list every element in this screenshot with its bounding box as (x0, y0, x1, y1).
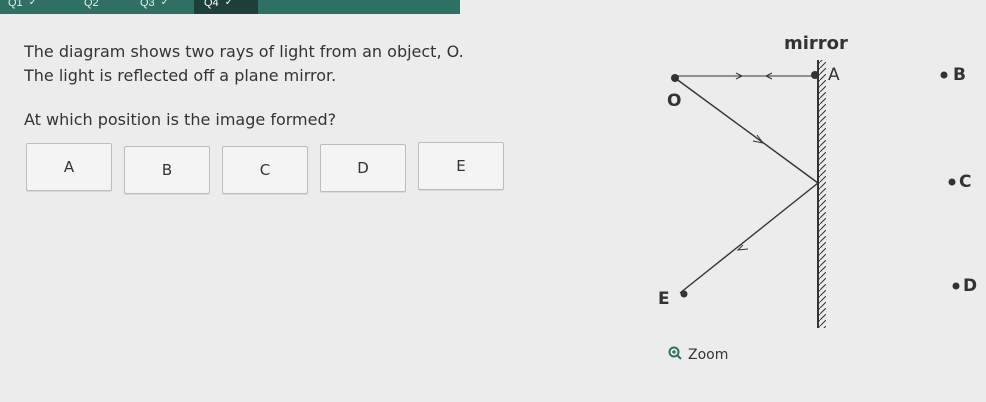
point-d-dot (952, 282, 960, 290)
tab-q2[interactable]: Q2 (66, 0, 126, 14)
tab-label: Q1 (8, 0, 23, 9)
question-prompt: At which position is the image formed? (24, 110, 337, 129)
ray-reflected (679, 182, 819, 294)
point-c-label: C (959, 172, 971, 192)
point-c-dot (948, 178, 956, 186)
point-e-label: E (658, 289, 670, 309)
option-c-button[interactable]: C (222, 146, 308, 194)
question-text: The diagram shows two rays of light from… (24, 40, 464, 132)
tab-q4[interactable]: Q4 ✓ (194, 0, 258, 14)
zoom-label: Zoom (688, 347, 729, 363)
point-b-dot (940, 71, 948, 79)
option-d-button[interactable]: D (320, 144, 406, 192)
check-icon: ✓ (224, 0, 234, 8)
object-label: O (667, 91, 681, 111)
option-e-button[interactable]: E (418, 142, 504, 190)
zoom-in-icon (668, 346, 682, 364)
ray-diagram-svg: mirror O A E B C D (658, 33, 977, 328)
point-b-label: B (953, 65, 966, 85)
answer-options: A B C D E (26, 142, 504, 194)
tab-label: Q4 (204, 0, 219, 9)
point-a-dot (811, 71, 819, 79)
mirror-label: mirror (784, 33, 848, 54)
ray-incident (674, 77, 819, 184)
zoom-button[interactable]: Zoom (668, 346, 728, 364)
point-a-label: A (828, 65, 840, 85)
point-e-dot (680, 290, 688, 298)
tab-q3[interactable]: Q3 ✓ (132, 0, 192, 14)
mirror-hatching (818, 60, 826, 328)
check-icon: ✓ (28, 0, 38, 8)
option-a-button[interactable]: A (26, 143, 112, 191)
tab-q1[interactable]: Q1 ✓ (0, 0, 60, 14)
question-line-1: The diagram shows two rays of light from… (24, 42, 464, 61)
question-nav-bar: Q1 ✓ Q2 Q3 ✓ Q4 ✓ (0, 0, 460, 14)
tab-q6[interactable] (336, 0, 456, 14)
point-d-label: D (963, 276, 977, 296)
tab-label: Q3 (140, 0, 155, 9)
check-icon: ✓ (160, 0, 170, 8)
question-line-2: The light is reflected off a plane mirro… (24, 66, 337, 85)
mirror-diagram: mirror O A E B C D (640, 20, 986, 350)
tab-q5[interactable] (262, 0, 332, 14)
tab-label: Q2 (84, 0, 99, 9)
option-b-button[interactable]: B (124, 146, 210, 194)
